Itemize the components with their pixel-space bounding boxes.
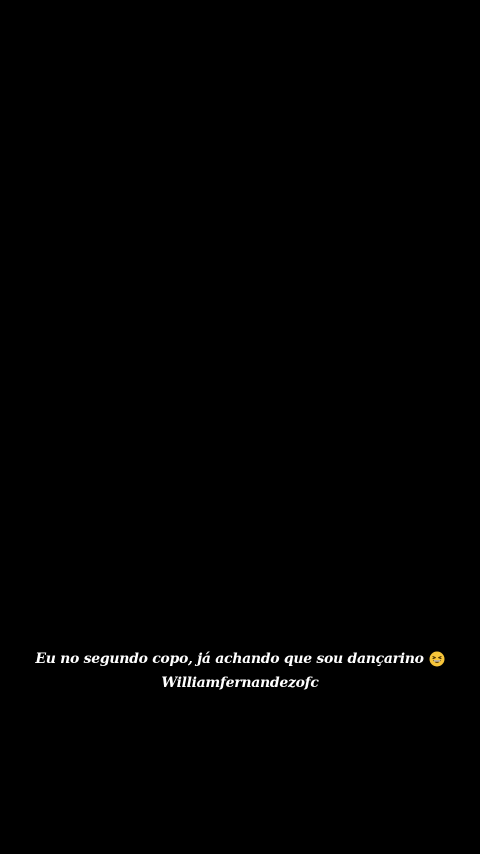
grinning-squinting-face-icon — [429, 651, 445, 667]
username-watermark: Williamfernandezofc — [161, 675, 319, 691]
caption-overlay: Eu no segundo copo, já achando que sou d… — [0, 648, 480, 691]
caption-line: Eu no segundo copo, já achando que sou d… — [35, 648, 445, 670]
caption-text: Eu no segundo copo, já achando que sou d… — [35, 651, 424, 667]
video-frame[interactable]: Eu no segundo copo, já achando que sou d… — [0, 0, 480, 854]
